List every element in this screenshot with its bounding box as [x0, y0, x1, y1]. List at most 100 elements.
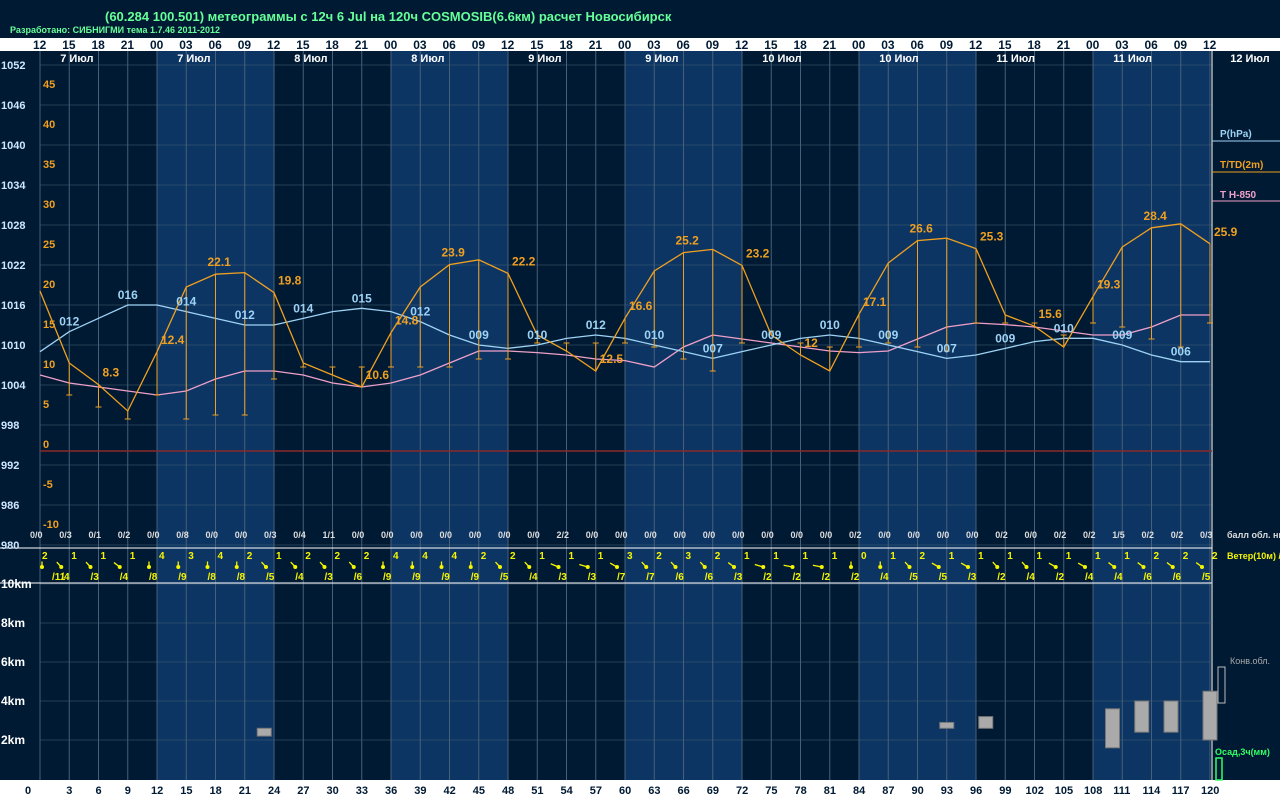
wind-arrow-head — [849, 565, 853, 569]
wind-gust-label: /3 — [968, 572, 977, 583]
wind-arrow-head — [907, 565, 912, 569]
cloud-cover-label: 0/0 — [440, 530, 453, 540]
pressure-data-label: 014 — [293, 301, 313, 315]
legend-clouds: балл обл. ниж/общ — [1227, 530, 1280, 540]
cloud-cover-label: 0/0 — [703, 530, 716, 540]
temp-data-label: 22.2 — [512, 254, 536, 268]
temp-data-label: 25.2 — [676, 234, 700, 248]
hour-label: 06 — [443, 38, 457, 52]
conv-cloud-bar — [978, 716, 994, 729]
wind-speed-label: 1 — [949, 551, 955, 562]
wind-arrow-head — [439, 565, 444, 569]
forecast-hour-label: 108 — [1084, 785, 1102, 797]
hour-label: 21 — [823, 38, 837, 52]
cloud-cover-label: 0/4 — [293, 530, 306, 540]
conv-cloud-bar — [1163, 700, 1179, 733]
pressure-data-label: 012 — [59, 315, 79, 329]
pressure-data-label: 007 — [937, 341, 957, 355]
legend-temperature: T/TD(2m) — [1220, 160, 1263, 171]
temp-tick-label: -5 — [43, 479, 53, 491]
hour-label: 06 — [209, 38, 223, 52]
wind-gust-label: /4 — [880, 572, 889, 583]
page-subtitle: Разработано: СИБНИГМИ тема 1.7.46 2011-2… — [10, 25, 220, 35]
wind-arrow-head — [995, 565, 1000, 569]
wind-arrow-head — [1024, 565, 1029, 569]
temp-data-label: 19.3 — [1097, 278, 1121, 292]
wind-speed-label: 2 — [715, 551, 721, 562]
hour-label: 03 — [881, 38, 895, 52]
pressure-data-label: 010 — [644, 328, 664, 342]
wind-arrow-head — [819, 565, 824, 569]
hour-label: 06 — [911, 38, 925, 52]
temp-data-label: 25.3 — [980, 230, 1004, 244]
wind-speed-label: 2 — [510, 551, 516, 562]
wind-gust-label: /2 — [763, 572, 772, 583]
forecast-hour-label: 21 — [239, 785, 251, 797]
wind-gust-label: /6 — [354, 572, 363, 583]
hour-label: 15 — [296, 38, 310, 52]
hour-label: 12 — [501, 38, 515, 52]
wind-speed-label: 1 — [1007, 551, 1013, 562]
height-tick-label: 4km — [1, 694, 25, 708]
wind-gust-label: /4 — [295, 572, 304, 583]
forecast-hour-label: 90 — [912, 785, 924, 797]
hour-label: 15 — [62, 38, 76, 52]
wind-speed-label: 1 — [1095, 551, 1101, 562]
pressure-data-label: 012 — [410, 305, 430, 319]
hour-label: 00 — [1086, 38, 1100, 52]
wind-speed-label: 1 — [569, 551, 575, 562]
cloud-cover-label: 0/0 — [674, 530, 687, 540]
wind-arrow-head — [702, 565, 707, 569]
hour-label: 12 — [1203, 38, 1217, 52]
wind-speed-label: 1 — [1124, 551, 1130, 562]
hour-label: 15 — [764, 38, 778, 52]
date-label: 10 Июл — [879, 53, 918, 65]
pressure-data-label: 012 — [235, 308, 255, 322]
cloud-cover-label: 0/0 — [791, 530, 804, 540]
cloud-cover-label: 0/0 — [381, 530, 394, 540]
wind-gust-label: /4 — [1027, 572, 1036, 583]
pressure-data-label: 010 — [1054, 321, 1074, 335]
pressure-data-label: 006 — [1171, 345, 1191, 359]
hour-label: 09 — [472, 38, 486, 52]
wind-speed-label: 1 — [1037, 551, 1043, 562]
wind-gust-label: /4 — [529, 572, 538, 583]
wind-speed-label: 2 — [1154, 551, 1160, 562]
wind-speed-label: 2 — [1183, 551, 1189, 562]
cloud-cover-label: 0/3 — [264, 530, 277, 540]
cloud-cover-label: 1/1 — [323, 530, 336, 540]
wind-gust-label: /2 — [1056, 572, 1065, 583]
cloud-cover-label: 0/0 — [147, 530, 160, 540]
date-label: 12 Июл — [1230, 53, 1269, 65]
forecast-hour-label: 78 — [795, 785, 807, 797]
forecast-hour-label: 99 — [999, 785, 1011, 797]
cloud-cover-label: 0/0 — [732, 530, 745, 540]
wind-gust-label: /5 — [939, 572, 948, 583]
cloud-cover-label: 0/0 — [206, 530, 219, 540]
wind-gust-label: /2 — [851, 572, 860, 583]
temp-tick-label: 20 — [43, 279, 55, 291]
temp-data-label: 12 — [805, 336, 819, 350]
forecast-hour-label: 3 — [66, 785, 72, 797]
pressure-data-label: 007 — [703, 341, 723, 355]
forecast-hour-label: 81 — [824, 785, 836, 797]
cloud-cover-label: 0/2 — [1171, 530, 1184, 540]
forecast-hour-label: 36 — [385, 785, 397, 797]
wind-gust-label: /7 — [646, 572, 655, 583]
wind-speed-label: 1 — [773, 551, 779, 562]
meteogram-chart: (60.284 100.501) метеограммы с 12ч 6 Jul… — [0, 0, 1280, 800]
wind-speed-label: 1 — [598, 551, 604, 562]
temp-data-label: 23.2 — [746, 246, 770, 260]
hour-label: 12 — [969, 38, 983, 52]
temp-tick-label: 30 — [43, 199, 55, 211]
cloud-cover-label: 0/2 — [1142, 530, 1155, 540]
forecast-hour-label: 51 — [531, 785, 543, 797]
wind-speed-label: 3 — [686, 551, 692, 562]
wind-gust-label: /2 — [997, 572, 1006, 583]
wind-arrow-head — [176, 565, 181, 569]
wind-gust-label: /4 — [1114, 572, 1123, 583]
pressure-tick-label: 1004 — [1, 380, 26, 392]
wind-speed-label: 4 — [393, 551, 399, 562]
hour-label: 21 — [121, 38, 135, 52]
forecast-hour-label: 69 — [707, 785, 719, 797]
